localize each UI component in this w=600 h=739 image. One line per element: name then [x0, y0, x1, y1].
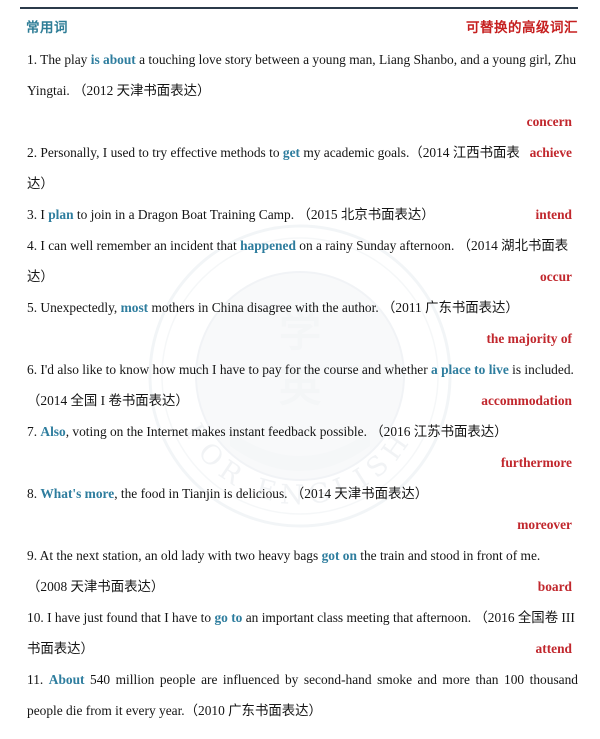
entry-list: 1. The play is about a touching love sto…	[0, 44, 600, 726]
sentence-after: , voting on the Internet makes instant f…	[65, 424, 508, 439]
entry-number: 3.	[27, 207, 38, 222]
entry-sentence: achieve 2. Personally, I used to try effe…	[27, 137, 578, 199]
advanced-word: accommodation	[481, 393, 572, 408]
advanced-word: attend	[535, 641, 572, 656]
sentence-before: The play	[40, 52, 91, 67]
entry-sentence: 10. I have just found that I have to go …	[27, 602, 578, 664]
entry-number: 2.	[27, 145, 38, 160]
entry-sentence: 5. Unexpectedly, most mothers in China d…	[27, 292, 578, 323]
entry-item: 11. About 540 million people are influen…	[0, 664, 600, 726]
sentence-before: Personally, I used to try effective meth…	[40, 145, 283, 160]
sentence-after: to join in a Dragon Boat Training Camp. …	[73, 207, 435, 222]
entry-sentence: 1. The play is about a touching love sto…	[27, 44, 578, 106]
sentence-before: Unexpectedly,	[40, 300, 121, 315]
sentence-before: I can well remember an incident that	[40, 238, 241, 253]
entry-sentence: intend 3. I plan to join in a Dragon Boat…	[27, 199, 578, 230]
entry-sentence: 9. At the next station, an old lady with…	[27, 540, 578, 602]
common-word: happened	[240, 238, 296, 253]
column-header-common-words: 常用词	[26, 20, 68, 36]
common-word: About	[48, 672, 85, 687]
common-word: What's more	[40, 486, 115, 501]
entry-item: achieve 2. Personally, I used to try effe…	[0, 137, 600, 199]
common-word: go to	[214, 610, 243, 625]
entry-sentence: 6. I'd also like to know how much I have…	[27, 354, 578, 416]
sentence-before: I have just found that I have to	[47, 610, 215, 625]
common-word: a place to live	[431, 362, 509, 377]
column-headers: 常用词 可替换的高级词汇	[0, 18, 600, 40]
entry-number: 1.	[27, 52, 38, 67]
entry-number: 9.	[27, 548, 38, 563]
entry-item: 1. The play is about a touching love sto…	[0, 44, 600, 137]
header-rule	[20, 7, 578, 9]
entry-sentence: 7. Also, voting on the Internet makes in…	[27, 416, 578, 447]
entry-sentence: 4. I can well remember an incident that …	[27, 230, 578, 292]
sentence-after: , the food in Tianjin is delicious. （201…	[114, 486, 429, 501]
sentence-after: 540 million people are influenced by sec…	[27, 672, 578, 718]
entry-item: 5. Unexpectedly, most mothers in China d…	[0, 292, 600, 354]
advanced-word: the majority of	[486, 331, 572, 346]
advanced-word: intend	[535, 207, 572, 222]
common-word: is about	[90, 52, 136, 67]
entry-number: 7.	[27, 424, 38, 439]
advanced-word: concern	[526, 114, 572, 129]
entry-sentence: 11. About 540 million people are influen…	[27, 664, 578, 726]
entry-item: 7. Also, voting on the Internet makes in…	[0, 416, 600, 478]
common-word: plan	[48, 207, 74, 222]
entry-sentence: 8. What's more, the food in Tianjin is d…	[27, 478, 578, 509]
advanced-word: furthermore	[500, 455, 572, 470]
entry-number: 5.	[27, 300, 38, 315]
entry-item: 6. I'd also like to know how much I have…	[0, 354, 600, 416]
entry-item: 4. I can well remember an incident that …	[0, 230, 600, 292]
entry-item: 10. I have just found that I have to go …	[0, 602, 600, 664]
sentence-before: At the next station, an old lady with tw…	[39, 548, 322, 563]
column-header-advanced-words: 可替换的高级词汇	[466, 20, 578, 36]
entry-number: 8.	[27, 486, 38, 501]
common-word: Also	[40, 424, 66, 439]
entry-item: 9. At the next station, an old lady with…	[0, 540, 600, 602]
advanced-word: moreover	[517, 517, 572, 532]
advanced-word: occur	[540, 269, 572, 284]
common-word: got on	[321, 548, 357, 563]
sentence-before: I'd also like to know how much I have to…	[40, 362, 432, 377]
entry-number: 10.	[27, 610, 44, 625]
entry-number: 6.	[27, 362, 38, 377]
entry-number: 4.	[27, 238, 38, 253]
entry-item: intend 3. I plan to join in a Dragon Boat…	[0, 199, 600, 230]
entry-number: 11.	[27, 672, 44, 687]
advanced-word: achieve	[529, 145, 572, 160]
advanced-word: board	[537, 579, 572, 594]
sentence-after: mothers in China disagree with the autho…	[148, 300, 519, 315]
common-word: get	[282, 145, 300, 160]
entry-item: 8. What's more, the food in Tianjin is d…	[0, 478, 600, 540]
common-word: most	[120, 300, 149, 315]
